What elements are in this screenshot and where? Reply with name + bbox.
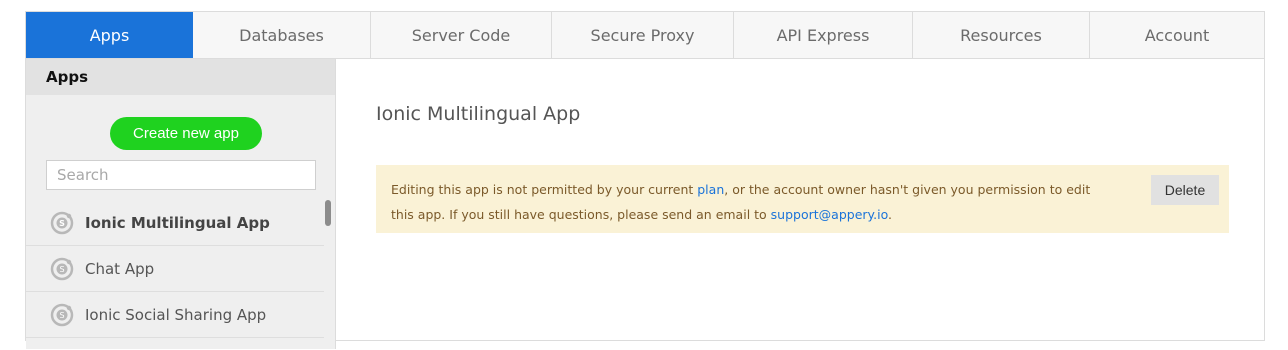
tab-secure-proxy[interactable]: Secure Proxy (552, 12, 734, 58)
app-list-scroll-thumb[interactable] (325, 200, 331, 226)
ionic-app-icon: S (50, 303, 74, 326)
tab-databases[interactable]: Databases (193, 12, 371, 58)
app-list-item-label: Ionic Multilingual App (85, 213, 270, 232)
apps-sidebar: Apps Create new app S Ionic Multilingual… (26, 59, 336, 349)
search-input[interactable] (46, 160, 316, 190)
app-list-item[interactable]: S Ionic Multilingual App (26, 200, 324, 246)
app-list: S Ionic Multilingual App S Chat App S Io… (26, 200, 324, 338)
svg-text:S: S (59, 265, 64, 274)
app-list-item-label: Ionic Social Sharing App (85, 305, 267, 324)
top-tab-bar: Apps Databases Server Code Secure Proxy … (26, 12, 1264, 59)
tab-resources[interactable]: Resources (913, 12, 1090, 58)
sidebar-heading: Apps (26, 59, 335, 95)
support-email-link[interactable]: support@appery.io (771, 207, 888, 222)
plan-link[interactable]: plan (697, 182, 724, 197)
app-list-item[interactable]: S Chat App (26, 246, 324, 292)
app-frame: Apps Databases Server Code Secure Proxy … (25, 11, 1265, 349)
tab-account[interactable]: Account (1090, 12, 1264, 58)
tab-server-code[interactable]: Server Code (371, 12, 552, 58)
notice-text: . (888, 207, 892, 222)
ionic-app-icon: S (50, 211, 74, 234)
page-title: Ionic Multilingual App (376, 103, 581, 125)
create-new-app-button[interactable]: Create new app (110, 117, 262, 150)
app-list-item-label: Chat App (85, 259, 155, 278)
app-detail-panel: Ionic Multilingual App Editing this app … (337, 59, 1264, 349)
svg-text:S: S (59, 219, 65, 228)
svg-text:S: S (59, 311, 64, 320)
notice-text: Editing this app is not permitted by you… (391, 182, 698, 197)
delete-button[interactable]: Delete (1151, 175, 1219, 205)
permission-notice: Editing this app is not permitted by you… (376, 165, 1229, 233)
ionic-app-icon: S (50, 257, 74, 280)
app-list-item[interactable]: S Ionic Social Sharing App (26, 292, 324, 338)
tab-apps[interactable]: Apps (26, 12, 193, 58)
tab-api-express[interactable]: API Express (734, 12, 913, 58)
